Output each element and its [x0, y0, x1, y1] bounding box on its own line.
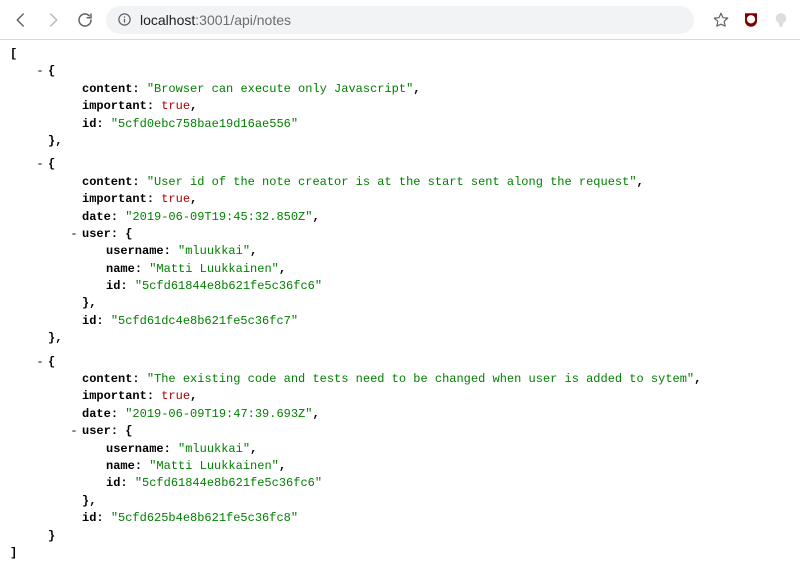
url-bar[interactable]: localhost:3001/api/notes	[106, 6, 694, 34]
collapse-toggle[interactable]: -	[34, 63, 46, 80]
json-line: -id: "5cfd61dc4e8b621fe5c36fc7"	[10, 313, 790, 330]
json-line: -content: "User id of the note creator i…	[10, 174, 790, 191]
ublock-extension-icon[interactable]: u	[742, 11, 760, 29]
json-line: -{	[10, 156, 790, 173]
collapse-toggle[interactable]: -	[34, 156, 46, 173]
url-host: localhost	[140, 12, 195, 28]
collapse-toggle[interactable]: -	[34, 354, 46, 371]
json-line: [	[10, 46, 790, 63]
json-line: -user: {	[10, 226, 790, 243]
reload-icon	[76, 11, 94, 29]
arrow-left-icon	[12, 11, 30, 29]
json-line: -name: "Matti Luukkainen",	[10, 458, 790, 475]
json-line: -date: "2019-06-09T19:47:39.693Z",	[10, 406, 790, 423]
collapse-toggle[interactable]: -	[68, 423, 80, 440]
json-line: -important: true,	[10, 191, 790, 208]
json-line: ]	[10, 545, 790, 562]
toolbar-right-icons: u	[712, 11, 790, 29]
reload-button[interactable]	[74, 9, 96, 31]
back-button[interactable]	[10, 9, 32, 31]
json-line: -{	[10, 63, 790, 80]
json-line: -},	[10, 133, 790, 150]
forward-button[interactable]	[42, 9, 64, 31]
url-text: localhost:3001/api/notes	[140, 12, 291, 28]
json-line: -name: "Matti Luukkainen",	[10, 261, 790, 278]
json-line: -username: "mluukkai",	[10, 441, 790, 458]
json-line: -},	[10, 295, 790, 312]
json-line: -id: "5cfd625b4e8b621fe5c36fc8"	[10, 510, 790, 527]
json-line: -important: true,	[10, 388, 790, 405]
extensions-menu-icon[interactable]	[772, 11, 790, 29]
json-line: -user: {	[10, 423, 790, 440]
json-line: -id: "5cfd0ebc758bae19d16ae556"	[10, 116, 790, 133]
arrow-right-icon	[44, 11, 62, 29]
json-line: -id: "5cfd61844e8b621fe5c36fc6"	[10, 475, 790, 492]
browser-toolbar: localhost:3001/api/notes u	[0, 0, 800, 40]
site-info-icon[interactable]	[116, 12, 132, 28]
json-line: -important: true,	[10, 98, 790, 115]
json-line: -},	[10, 330, 790, 347]
json-line: -},	[10, 493, 790, 510]
json-line: -}	[10, 528, 790, 545]
json-line: -id: "5cfd61844e8b621fe5c36fc6"	[10, 278, 790, 295]
json-line: -content: "Browser can execute only Java…	[10, 81, 790, 98]
url-path: /api/notes	[230, 12, 291, 28]
json-viewer-pane: [ -{ -content: "Browser can execute only…	[0, 40, 800, 572]
json-line: -username: "mluukkai",	[10, 243, 790, 260]
json-line: -{	[10, 354, 790, 371]
collapse-toggle[interactable]: -	[68, 226, 80, 243]
json-line: -content: "The existing code and tests n…	[10, 371, 790, 388]
bookmark-star-icon[interactable]	[712, 11, 730, 29]
url-port: :3001	[195, 12, 230, 28]
json-line: -date: "2019-06-09T19:45:32.850Z",	[10, 209, 790, 226]
